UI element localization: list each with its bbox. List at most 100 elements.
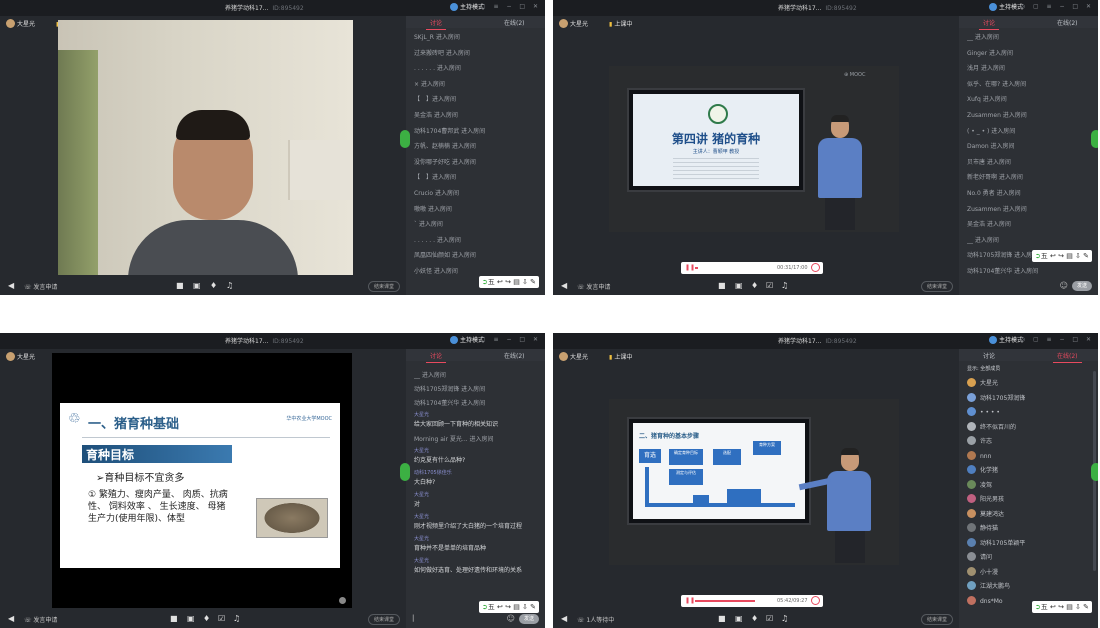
microphone-icon[interactable]: ♦ [203, 614, 210, 623]
member-item[interactable]: 终不似百川的 [967, 421, 1094, 436]
chat-text: 如何做好选育、处理好遗传和环境的关系 [414, 567, 523, 574]
host-mode[interactable]: 主持模式 [989, 335, 1023, 344]
send-button[interactable]: 发送 [1072, 281, 1092, 291]
screen-share-icon[interactable]: ▣ [735, 281, 743, 290]
chat-text: 对 [414, 501, 421, 508]
title-bar: 养猪学动科17... ID:895492 主持模式 ◎ ▢ ≡ − □ ✕ [0, 0, 545, 16]
screen-share-icon[interactable]: ▣ [187, 614, 195, 623]
emoji-icon[interactable]: ☺ [507, 614, 515, 623]
pause-icon[interactable]: ❚❚ [685, 597, 695, 604]
screen-share-icon[interactable]: ▣ [193, 281, 201, 290]
member-avatar [967, 508, 976, 518]
chat-sender: 大星光 [414, 492, 430, 498]
chat-message: 动科1704董兴华 进入房间 [967, 267, 1039, 275]
member-avatar [967, 450, 976, 460]
flow-arrow [645, 467, 649, 505]
end-class-button[interactable]: 结束课堂 [921, 281, 953, 292]
speaker-icon[interactable]: ◀ [561, 281, 567, 290]
media-player[interactable]: ❚❚ 05:42/09:27 [681, 595, 823, 607]
member-item[interactable]: 化学猪 [967, 464, 1094, 479]
pause-icon[interactable]: ❚❚ [685, 264, 695, 271]
draw-toolbar[interactable]: ➲五 ↩ ↪ ▤ ⇩ ✎ [1031, 250, 1092, 262]
tab-discuss[interactable]: 讨论 [978, 18, 1000, 30]
end-class-button[interactable]: 结束课堂 [368, 614, 400, 625]
avatar [6, 19, 15, 28]
member-item[interactable]: 莫建鸿达 [967, 508, 1094, 523]
member-item[interactable]: 小十漫 [967, 566, 1094, 581]
member-item[interactable]: 动科1705郑润锋 [967, 392, 1094, 407]
member-item[interactable]: 江湖大鹏鸟 [967, 580, 1094, 595]
media-player[interactable]: ❚❚ 00:31/17:00 [681, 262, 823, 274]
edit-icon[interactable]: ☑ [218, 614, 225, 623]
tab-discuss[interactable]: 讨论 [425, 351, 447, 363]
camera-icon[interactable]: ■ [718, 614, 726, 623]
window-controls[interactable]: ◎ ▢ ≡ − □ ✕ [467, 3, 541, 10]
stop-icon[interactable] [811, 263, 820, 272]
chat-message: Crucio 进入房间 [414, 189, 460, 197]
user-name[interactable]: 大星光 [6, 19, 35, 28]
member-item[interactable]: 动科1705单颖平 [967, 537, 1094, 552]
progress-bar[interactable] [695, 600, 755, 602]
collapse-handle[interactable] [400, 130, 410, 148]
collapse-handle[interactable] [1091, 130, 1098, 148]
progress-bar[interactable] [695, 267, 698, 269]
user-name[interactable]: 大星光 [559, 19, 588, 28]
member-item[interactable]: 凌驾 [967, 479, 1094, 494]
send-button[interactable]: 发送 [519, 614, 539, 624]
tab-discuss[interactable]: 讨论 [425, 18, 447, 30]
end-class-button[interactable]: 结束课堂 [368, 281, 400, 292]
collapse-handle[interactable] [1091, 463, 1098, 481]
camera-icon[interactable]: ■ [170, 614, 178, 623]
camera-icon[interactable]: ■ [718, 281, 726, 290]
mic-apply-button[interactable]: ☏ 发言申请 [577, 282, 610, 291]
speaker-icon[interactable]: ◀ [8, 614, 14, 623]
camera-icon[interactable]: ■ [176, 281, 184, 290]
tab-online[interactable]: 在线(2) [1053, 351, 1081, 363]
stop-icon[interactable] [811, 596, 820, 605]
flow-box [693, 495, 709, 503]
tab-online[interactable]: 在线(2) [504, 18, 525, 27]
member-filter[interactable]: 显示: 全部成员 [967, 365, 1000, 372]
speaker-icon[interactable]: ◀ [8, 281, 14, 290]
chat-input[interactable]: ☺ 发送 [963, 280, 1094, 293]
member-item[interactable]: 阳光男孩 [967, 493, 1094, 508]
microphone-icon[interactable]: ♦ [751, 281, 758, 290]
mic-apply-button[interactable]: ☏ 发言申请 [24, 615, 57, 624]
host-mode[interactable]: 主持模式 [989, 2, 1023, 11]
window-controls[interactable]: ◎ ▢ ≡ − □ ✕ [467, 336, 541, 343]
end-class-button[interactable]: 结束课堂 [921, 614, 953, 625]
user-name[interactable]: 大星光 [559, 352, 588, 361]
music-icon[interactable]: ♫ [233, 614, 240, 623]
tab-online[interactable]: 在线(2) [504, 351, 525, 360]
chat-input[interactable]: | ☺ 发送 [410, 613, 541, 626]
mic-queue-button[interactable]: ☏ 1人等待中 [577, 615, 614, 624]
music-icon[interactable]: ♫ [226, 281, 233, 290]
member-item[interactable]: • • • • [967, 406, 1094, 421]
mic-apply-button[interactable]: ☏ 发言申请 [24, 282, 57, 291]
tab-online[interactable]: 在线(2) [1057, 18, 1078, 27]
member-item[interactable]: 大星光 [967, 377, 1094, 392]
emoji-icon[interactable]: ☺ [1060, 281, 1068, 290]
member-item[interactable]: nnn [967, 450, 1094, 465]
draw-toolbar[interactable]: ➲五 ↩ ↪ ▤ ⇩ ✎ [1031, 601, 1092, 613]
collapse-handle[interactable] [400, 463, 410, 481]
member-item[interactable]: 请问 [967, 551, 1094, 566]
edit-icon[interactable]: ☑ [766, 614, 773, 623]
microphone-icon[interactable]: ♦ [751, 614, 758, 623]
edit-icon[interactable]: ☑ [766, 281, 773, 290]
member-item[interactable]: 许志 [967, 435, 1094, 450]
member-avatar [967, 566, 976, 576]
music-icon[interactable]: ♫ [781, 614, 788, 623]
sidebar-tabs: 讨论 在线(2) [406, 16, 545, 30]
tab-discuss[interactable]: 讨论 [983, 351, 995, 360]
draw-toolbar[interactable]: ➲五 ↩ ↪ ▤ ⇩ ✎ [478, 601, 539, 613]
draw-toolbar[interactable]: ➲五 ↩ ↪ ▤ ⇩ ✎ [478, 276, 539, 288]
window-controls[interactable]: ◎ ▢ ≡ − □ ✕ [1020, 3, 1094, 10]
window-controls[interactable]: ◎ ▢ ≡ − □ ✕ [1020, 336, 1094, 343]
music-icon[interactable]: ♫ [781, 281, 788, 290]
microphone-icon[interactable]: ♦ [210, 281, 217, 290]
user-name[interactable]: 大星光 [6, 352, 35, 361]
screen-share-icon[interactable]: ▣ [735, 614, 743, 623]
speaker-icon[interactable]: ◀ [561, 614, 567, 623]
member-item[interactable]: 静待猫 [967, 522, 1094, 537]
